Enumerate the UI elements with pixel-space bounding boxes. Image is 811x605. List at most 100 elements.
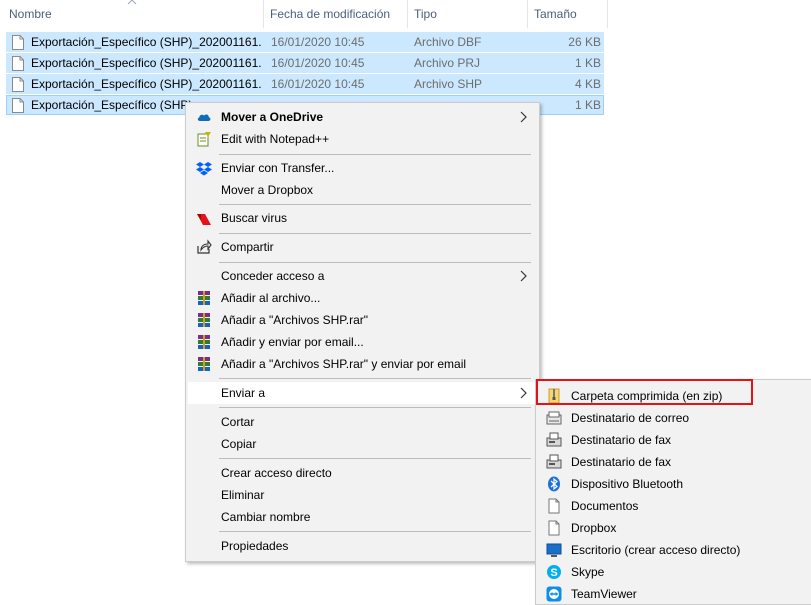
fax-icon bbox=[546, 454, 562, 469]
menu-item-add-to-archive[interactable]: Añadir al archivo... bbox=[188, 287, 537, 309]
file-row[interactable]: Exportación_Específico (SHP)_202001161..… bbox=[6, 53, 604, 73]
menu-item-label: Añadir a "Archivos SHP.rar" bbox=[221, 313, 369, 327]
menu-separator bbox=[219, 458, 531, 459]
menu-item-label: Escritorio (crear acceso directo) bbox=[571, 543, 741, 557]
menu-item-label: Buscar virus bbox=[221, 211, 288, 225]
share-icon bbox=[197, 239, 212, 254]
send-to-mail-recipient[interactable]: Destinatario de correo bbox=[538, 407, 809, 429]
send-to-submenu: Carpeta comprimida (en zip) Destinatario… bbox=[535, 379, 811, 605]
menu-item-add-to-rar[interactable]: Añadir a "Archivos SHP.rar" bbox=[188, 309, 537, 331]
menu-item-label: Enviar con Transfer... bbox=[221, 161, 335, 175]
column-divider[interactable] bbox=[607, 0, 608, 28]
menu-item-label: Cambiar nombre bbox=[221, 510, 311, 524]
menu-item-label: Compartir bbox=[221, 240, 274, 254]
menu-item-label: Destinatario de correo bbox=[571, 411, 690, 425]
file-icon bbox=[12, 98, 24, 113]
skype-icon: S bbox=[547, 565, 561, 579]
send-to-fax-recipient[interactable]: Destinatario de fax bbox=[538, 429, 809, 451]
column-header: Nombre Fecha de modificación Tipo Tamaño bbox=[0, 0, 811, 28]
send-to-fax-recipient[interactable]: Destinatario de fax bbox=[538, 451, 809, 473]
menu-item-label: Edit with Notepad++ bbox=[221, 132, 330, 146]
menu-item-send-to[interactable]: Enviar a bbox=[188, 382, 537, 404]
menu-item-rename[interactable]: Cambiar nombre bbox=[188, 506, 537, 528]
menu-item-add-and-email[interactable]: Añadir y enviar por email... bbox=[188, 331, 537, 353]
chevron-right-icon bbox=[520, 387, 527, 399]
menu-item-send-with-transfer[interactable]: Enviar con Transfer... bbox=[188, 157, 537, 179]
menu-separator bbox=[219, 204, 531, 205]
column-name[interactable]: Nombre bbox=[9, 0, 52, 28]
menu-item-label: Enviar a bbox=[221, 386, 266, 400]
winrar-icon bbox=[198, 313, 210, 327]
menu-item-label: Dispositivo Bluetooth bbox=[571, 477, 684, 491]
menu-item-create-shortcut[interactable]: Crear acceso directo bbox=[188, 462, 537, 484]
menu-item-properties[interactable]: Propiedades bbox=[188, 535, 537, 557]
menu-item-label: Destinatario de fax bbox=[571, 433, 672, 447]
chevron-right-icon bbox=[520, 111, 527, 123]
desktop-icon bbox=[546, 543, 562, 557]
menu-item-scan-virus[interactable]: Buscar virus bbox=[188, 207, 537, 229]
menu-separator bbox=[219, 531, 531, 532]
menu-item-delete[interactable]: Eliminar bbox=[188, 484, 537, 506]
menu-item-label: Dropbox bbox=[571, 521, 617, 535]
send-to-desktop-shortcut[interactable]: Escritorio (crear acceso directo) bbox=[538, 539, 809, 561]
column-divider[interactable] bbox=[263, 0, 264, 28]
menu-item-label: Añadir al archivo... bbox=[221, 291, 321, 305]
svg-text:S: S bbox=[550, 567, 557, 579]
column-divider[interactable] bbox=[527, 0, 528, 28]
menu-item-label: Conceder acceso a bbox=[221, 269, 325, 283]
file-row[interactable]: Exportación_Específico (SHP)_202001161..… bbox=[6, 32, 604, 52]
winrar-icon bbox=[198, 357, 210, 371]
highlight-box bbox=[536, 379, 753, 405]
send-to-dropbox[interactable]: Dropbox bbox=[538, 517, 809, 539]
file-name: Exportación_Específico (SHP)_202001161..… bbox=[31, 77, 261, 91]
column-type[interactable]: Tipo bbox=[414, 0, 437, 28]
send-to-teamviewer[interactable]: TeamViewer bbox=[538, 583, 809, 605]
menu-item-move-to-onedrive[interactable]: Mover a OneDrive bbox=[188, 106, 537, 128]
context-menu: Mover a OneDrive Edit with Notepad++ Env… bbox=[185, 102, 540, 562]
send-to-bluetooth[interactable]: Dispositivo Bluetooth bbox=[538, 473, 809, 495]
menu-item-add-rar-and-email[interactable]: Añadir a "Archivos SHP.rar" y enviar por… bbox=[188, 353, 537, 375]
menu-item-copy[interactable]: Copiar bbox=[188, 433, 537, 455]
onedrive-icon bbox=[197, 114, 211, 121]
menu-item-share[interactable]: Compartir bbox=[188, 236, 537, 258]
menu-separator bbox=[219, 233, 531, 234]
menu-item-label: Skype bbox=[571, 565, 605, 579]
menu-item-label: Copiar bbox=[221, 437, 257, 451]
documents-icon bbox=[548, 498, 560, 514]
menu-item-label: Mover a OneDrive bbox=[221, 110, 324, 124]
menu-item-label: Propiedades bbox=[221, 539, 289, 553]
send-to-skype[interactable]: S Skype bbox=[538, 561, 809, 583]
menu-item-label: Añadir y enviar por email... bbox=[221, 335, 364, 349]
dropbox-file-icon bbox=[548, 520, 560, 536]
bluetooth-icon bbox=[548, 476, 560, 492]
winrar-icon bbox=[198, 335, 210, 349]
menu-separator bbox=[219, 407, 531, 408]
file-size: 4 KB bbox=[574, 77, 601, 91]
file-name: Exportación_Específico (SHP)_202001161..… bbox=[31, 56, 261, 70]
menu-item-edit-notepadpp[interactable]: Edit with Notepad++ bbox=[188, 128, 537, 150]
column-size[interactable]: Tamaño bbox=[534, 0, 577, 28]
menu-separator bbox=[219, 262, 531, 263]
menu-item-move-to-dropbox[interactable]: Mover a Dropbox bbox=[188, 179, 537, 201]
file-icon bbox=[12, 56, 24, 71]
menu-separator bbox=[219, 378, 531, 379]
menu-separator bbox=[219, 154, 531, 155]
menu-item-grant-access[interactable]: Conceder acceso a bbox=[188, 265, 537, 287]
antivirus-icon bbox=[197, 214, 211, 225]
file-icon bbox=[12, 77, 24, 92]
menu-item-label: Cortar bbox=[221, 415, 255, 429]
column-date[interactable]: Fecha de modificación bbox=[270, 0, 390, 28]
file-row[interactable]: Exportación_Específico (SHP)_202001161..… bbox=[6, 74, 604, 94]
menu-item-label: Mover a Dropbox bbox=[221, 183, 314, 197]
chevron-right-icon bbox=[520, 270, 527, 282]
file-type: Archivo SHP bbox=[414, 77, 483, 91]
winrar-icon bbox=[198, 291, 210, 305]
send-to-documents[interactable]: Documentos bbox=[538, 495, 809, 517]
menu-item-label: Crear acceso directo bbox=[221, 466, 332, 480]
file-icon bbox=[12, 35, 24, 50]
menu-item-cut[interactable]: Cortar bbox=[188, 411, 537, 433]
menu-item-label: TeamViewer bbox=[571, 587, 637, 601]
file-date: 16/01/2020 10:45 bbox=[271, 77, 365, 91]
file-size: 26 KB bbox=[568, 35, 601, 49]
column-divider[interactable] bbox=[407, 0, 408, 28]
